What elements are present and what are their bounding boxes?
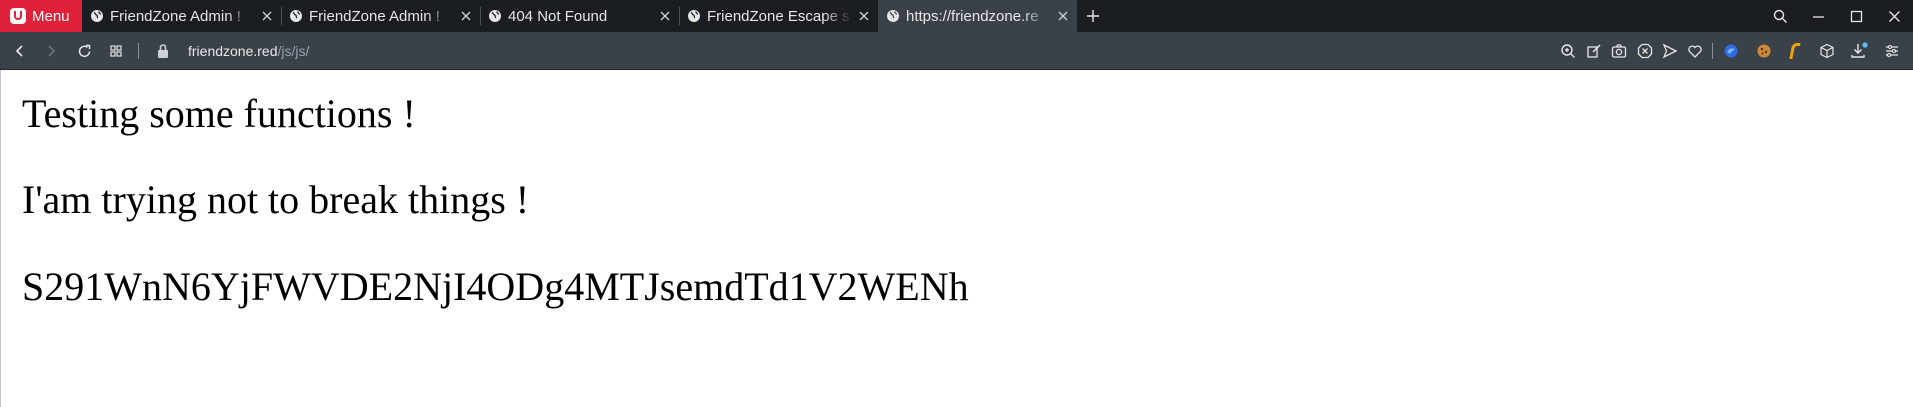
extension-blue-icon bbox=[1724, 44, 1738, 58]
tab[interactable]: FriendZone Escape s bbox=[679, 0, 878, 32]
minimize-icon bbox=[1812, 15, 1824, 18]
capture-button[interactable] bbox=[1610, 42, 1628, 60]
heart-icon bbox=[1688, 45, 1702, 58]
vivaldi-menu-button[interactable]: Menu bbox=[0, 0, 82, 32]
close-tab-icon[interactable] bbox=[1057, 10, 1069, 22]
content-line-1: Testing some functions ! bbox=[22, 91, 416, 136]
speed-dial-button[interactable] bbox=[106, 41, 126, 61]
edit-icon bbox=[1587, 44, 1601, 58]
content-encoded-string: S291WnN6YjFWVDE2NjI4ODg4MTJsemdTd1V2WENh bbox=[22, 264, 969, 309]
back-button[interactable] bbox=[10, 41, 30, 61]
close-window-icon bbox=[1888, 10, 1900, 22]
downloads-button[interactable] bbox=[1850, 42, 1868, 60]
web-page-content: Testing some functions ! I'am trying not… bbox=[0, 70, 1913, 407]
plus-icon bbox=[1087, 10, 1099, 22]
tab-bar: Menu FriendZone Admin ! FriendZone Admin… bbox=[0, 0, 1913, 32]
tab-title: https://friendzone.re bbox=[906, 7, 1039, 25]
tab-title: FriendZone Admin ! bbox=[309, 7, 440, 25]
search-tabs-button[interactable] bbox=[1761, 0, 1799, 32]
send-to-button[interactable] bbox=[1661, 42, 1679, 60]
url-field[interactable]: friendzone.red/js/js/ bbox=[188, 32, 309, 70]
minimize-button[interactable] bbox=[1799, 0, 1837, 32]
window-controls bbox=[1761, 0, 1913, 32]
zoom-icon bbox=[1561, 44, 1575, 58]
extension-orange-button[interactable] bbox=[1786, 42, 1804, 60]
close-window-button[interactable] bbox=[1875, 0, 1913, 32]
url-path: /js/js/ bbox=[277, 43, 310, 59]
back-icon bbox=[15, 45, 23, 57]
block-icon bbox=[1637, 43, 1653, 59]
reload-button[interactable] bbox=[74, 41, 94, 61]
page-actions-button[interactable] bbox=[1585, 42, 1603, 60]
panel-menu-icon bbox=[1886, 44, 1898, 58]
close-tab-icon[interactable] bbox=[858, 10, 870, 22]
close-tab-icon[interactable] bbox=[659, 10, 671, 22]
globe-icon bbox=[290, 10, 302, 22]
tab-title: FriendZone Escape s bbox=[707, 7, 850, 25]
bookmark-button[interactable] bbox=[1686, 42, 1704, 60]
lock-icon[interactable] bbox=[156, 43, 170, 59]
search-icon bbox=[1773, 9, 1787, 23]
toolbar-separator bbox=[1712, 43, 1713, 59]
url-host: friendzone.red bbox=[188, 43, 278, 59]
cube-icon bbox=[1820, 43, 1834, 59]
tab-title: FriendZone Admin ! bbox=[110, 7, 241, 25]
extensions-menu-button[interactable] bbox=[1818, 42, 1836, 60]
address-bar: friendzone.red/js/js/ bbox=[0, 32, 1913, 70]
page-zoom-button[interactable] bbox=[1559, 42, 1577, 60]
cookie-extension-button[interactable] bbox=[1755, 42, 1773, 60]
speed-dial-icon bbox=[110, 45, 122, 57]
forward-icon bbox=[48, 45, 56, 57]
close-tab-icon[interactable] bbox=[261, 10, 273, 22]
toolbar-separator bbox=[138, 43, 139, 59]
maximize-button[interactable] bbox=[1837, 0, 1875, 32]
reload-icon bbox=[78, 44, 90, 57]
globe-icon bbox=[887, 10, 899, 22]
new-tab-button[interactable] bbox=[1077, 0, 1109, 32]
forward-button[interactable] bbox=[41, 41, 61, 61]
content-blocker-button[interactable] bbox=[1636, 42, 1654, 60]
cookie-icon bbox=[1757, 44, 1771, 58]
download-icon bbox=[1851, 42, 1868, 58]
vivaldi-logo-icon bbox=[10, 8, 26, 24]
extension-orange-icon bbox=[1789, 43, 1801, 59]
globe-icon bbox=[688, 10, 700, 22]
globe-icon bbox=[91, 10, 103, 22]
tab[interactable]: 404 Not Found bbox=[480, 0, 679, 32]
content-line-2: I'am trying not to break things ! bbox=[22, 177, 530, 222]
tab-active[interactable]: https://friendzone.re bbox=[878, 0, 1077, 32]
globe-icon bbox=[489, 10, 501, 22]
panel-toggle-button[interactable] bbox=[1883, 42, 1901, 60]
close-tab-icon[interactable] bbox=[460, 10, 472, 22]
camera-icon bbox=[1611, 44, 1627, 58]
tab-title: 404 Not Found bbox=[508, 7, 608, 25]
menu-label: Menu bbox=[32, 7, 70, 25]
maximize-icon bbox=[1850, 10, 1862, 22]
tab[interactable]: FriendZone Admin ! bbox=[82, 0, 281, 32]
extension-button[interactable] bbox=[1722, 42, 1740, 60]
send-icon bbox=[1662, 43, 1678, 59]
tab[interactable]: FriendZone Admin ! bbox=[281, 0, 480, 32]
